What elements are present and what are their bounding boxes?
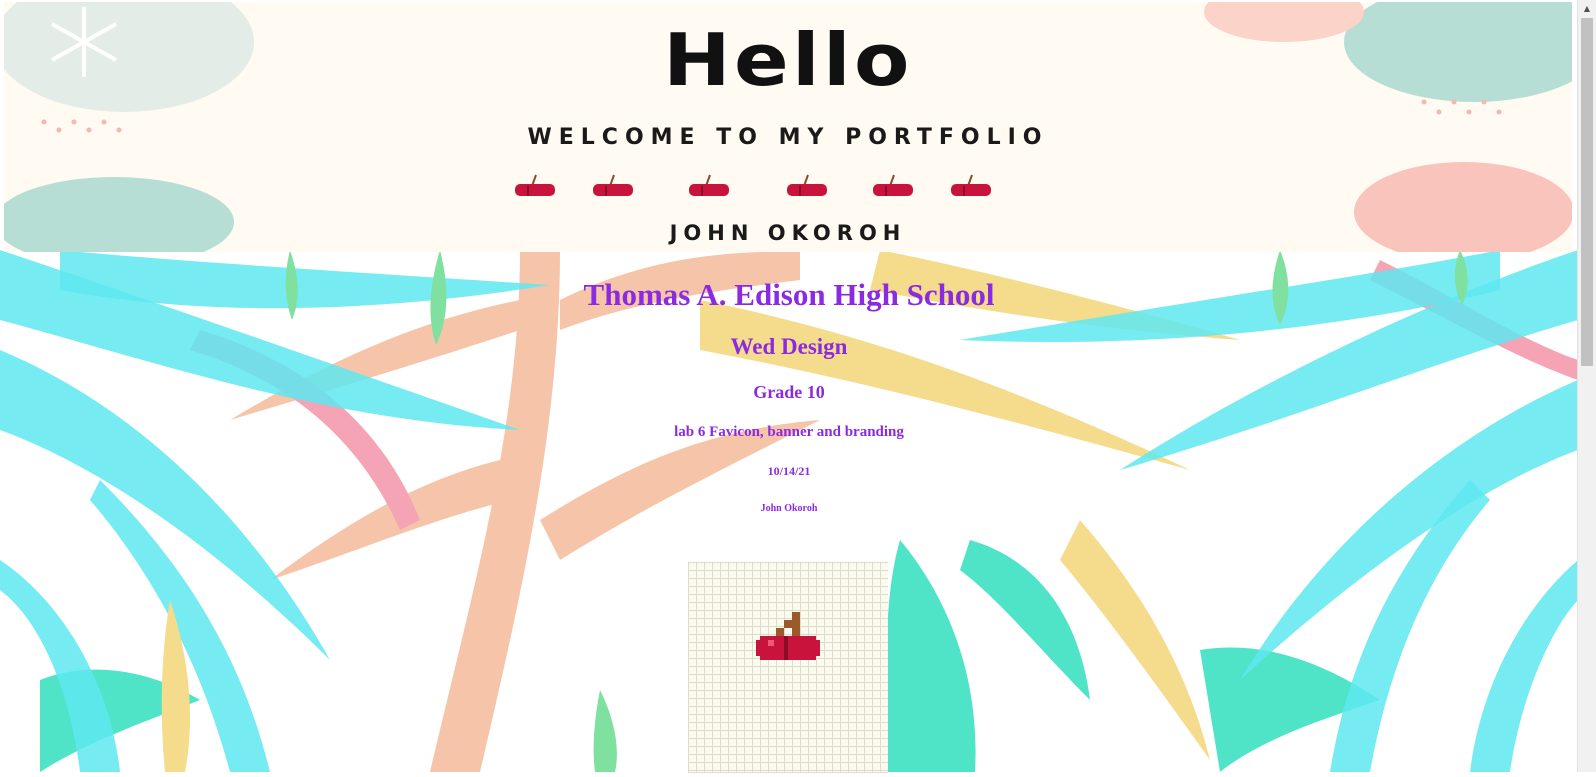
favicon-image (688, 562, 888, 773)
author-heading: John Okoroh (760, 503, 818, 514)
banner-owner-name: JOHN OKOROH (669, 221, 907, 245)
banner-welcome: WELCOME TO MY PORTFOLIO (527, 125, 1049, 150)
cherry-icon (515, 174, 555, 196)
cherry-icon (787, 174, 827, 196)
portfolio-banner: Hello WELCOME TO MY PORTFOLIO JOHN OKORO… (4, 2, 1572, 252)
cherry-icon (951, 174, 991, 196)
school-heading: Thomas A. Edison High School (583, 277, 995, 312)
cherry-icon (689, 174, 729, 196)
page-scrollbar[interactable]: ▲ (1577, 0, 1596, 772)
banner-hello: Hello (663, 18, 913, 102)
grade-heading: Grade 10 (753, 382, 825, 402)
cherry-icon (593, 174, 633, 196)
chevron-up-icon[interactable]: ▲ (1578, 0, 1596, 17)
date-heading: 10/14/21 (767, 464, 811, 478)
course-heading: Wed Design (730, 334, 848, 359)
cherry-icon (756, 612, 820, 660)
scrollbar-thumb[interactable] (1581, 18, 1593, 366)
cherry-icon (873, 174, 913, 196)
lab-heading: lab 6 Favicon, banner and branding (674, 424, 904, 440)
banner-cherry-row (4, 174, 1572, 200)
